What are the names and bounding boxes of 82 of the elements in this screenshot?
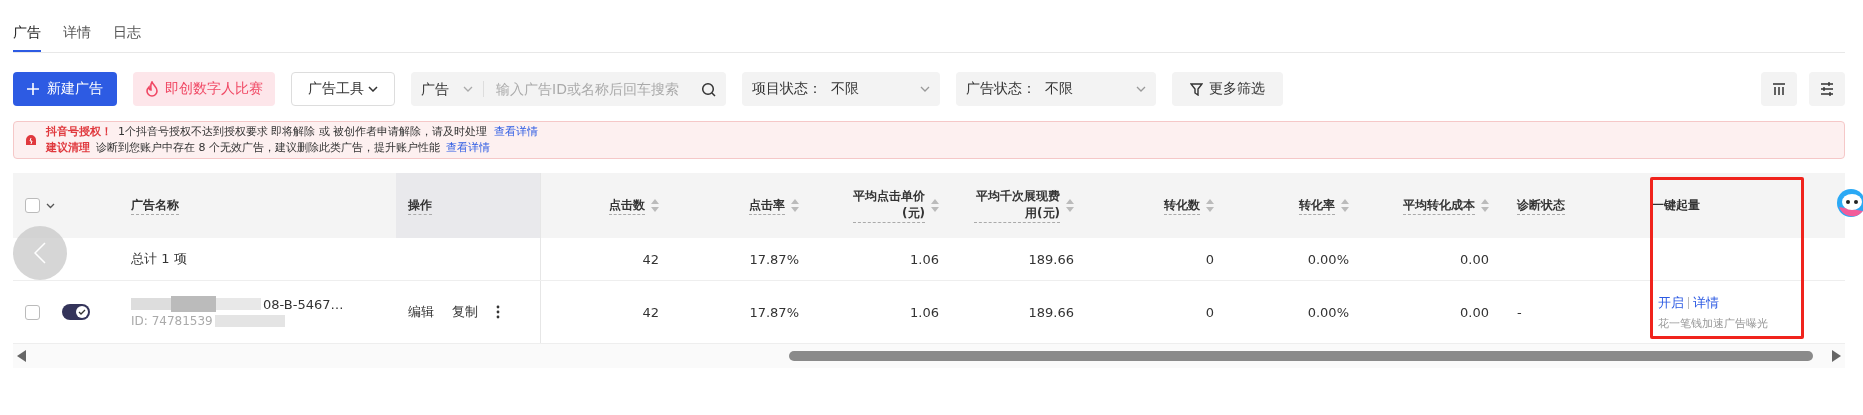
sort-icon[interactable] — [1481, 199, 1489, 212]
checkbox[interactable] — [25, 304, 40, 320]
toggle-switch[interactable] — [62, 304, 90, 320]
plus-icon — [27, 83, 39, 95]
table-cell: 42 — [642, 304, 659, 320]
column-header: 转化率 — [1299, 196, 1335, 215]
sort-icon[interactable] — [651, 199, 659, 212]
scroll-left-arrow-icon[interactable] — [17, 350, 27, 362]
details-link[interactable]: 查看详情 — [446, 140, 490, 156]
table-cell: 17.87% — [749, 251, 799, 267]
action-link[interactable]: 复制 — [452, 303, 478, 321]
more-filters-button[interactable]: 更多筛选 — [1172, 72, 1283, 106]
boost-link[interactable]: 详情 — [1693, 293, 1719, 312]
table-cell: - — [1517, 304, 1522, 320]
table-cell: 189.66 — [1028, 251, 1074, 267]
table-cell: 1.06 — [910, 304, 939, 320]
scrollbar-thumb[interactable] — [789, 351, 1813, 361]
column-header: 广告名称 — [131, 196, 179, 215]
table-cell: 0 — [1205, 251, 1214, 267]
ad-id: ID: 74781539 — [131, 314, 213, 328]
alert-message: 诊断到您账户中存在 8 个无效广告，建议删除此类广告，提升账户性能 — [96, 140, 440, 156]
table-cell: 0.00% — [1307, 304, 1349, 320]
chevron-left-icon — [34, 242, 46, 264]
tab[interactable]: 日志 — [113, 20, 141, 52]
alarm-icon — [24, 133, 38, 147]
flame-icon — [145, 81, 159, 97]
column-settings-button[interactable] — [1761, 72, 1797, 106]
blurred-text-drawing — [214, 315, 285, 327]
table-cell: 1.06 — [910, 251, 939, 267]
alert-title: 建议清理 — [46, 140, 90, 156]
chevron-down-icon — [920, 86, 930, 92]
sort-icon[interactable] — [1066, 199, 1074, 212]
status-filter-select[interactable]: 项目状态： 不限 — [742, 72, 940, 106]
column-header: 平均点击单价(元) — [853, 188, 925, 223]
settings-button[interactable] — [1809, 72, 1845, 106]
column-header: 诊断状态 — [1517, 196, 1565, 215]
sort-icon[interactable] — [791, 199, 799, 212]
action-link[interactable]: 编辑 — [408, 303, 434, 321]
scroll-right-arrow-icon[interactable] — [1831, 350, 1841, 362]
column-header: 平均千次展现费用(元) — [974, 188, 1060, 223]
table-cell: 189.66 — [1028, 304, 1074, 320]
boost-note: 花一笔钱加速广告曝光 — [1658, 315, 1768, 331]
table-cell: 42 — [642, 251, 659, 267]
check-icon — [78, 308, 86, 316]
total-label: 总计 1 项 — [131, 250, 187, 268]
sliders-icon — [1819, 81, 1835, 97]
more-icon[interactable] — [496, 305, 500, 319]
alert-title: 抖音号授权！ — [46, 124, 112, 140]
sort-icon[interactable] — [931, 199, 939, 212]
assistant-icon[interactable] — [1835, 187, 1863, 219]
tab[interactable]: 广告 — [13, 20, 41, 52]
alert-message: 1个抖音号授权不达到授权要求 即将解除 或 被创作者申请解除，请及时处理 — [118, 124, 488, 140]
search-icon[interactable] — [701, 81, 716, 97]
ad-name[interactable]: 08-B-5467… — [263, 296, 344, 312]
ad-tools-dropdown[interactable]: 广告工具 — [291, 72, 395, 106]
column-header: 点击数 — [609, 196, 645, 215]
details-link[interactable]: 查看详情 — [493, 124, 538, 140]
scroll-left-button[interactable] — [13, 226, 67, 280]
search-field[interactable]: 广告 输入广告ID或名称后回车搜索 — [411, 72, 726, 106]
checkbox[interactable] — [25, 198, 40, 213]
sort-icon[interactable] — [1341, 199, 1349, 212]
chevron-down-icon[interactable] — [46, 202, 55, 209]
tab[interactable]: 详情 — [63, 20, 91, 52]
table-cell: 0.00 — [1460, 251, 1489, 267]
column-header: 转化数 — [1164, 196, 1200, 215]
new-ad-button[interactable]: 新建广告 — [13, 72, 117, 106]
filter-icon — [1190, 82, 1203, 96]
boost-link[interactable]: 开启 — [1658, 293, 1684, 312]
chevron-down-icon — [1136, 86, 1146, 92]
sort-icon[interactable] — [1206, 199, 1214, 212]
column-header: 点击率 — [749, 196, 785, 215]
column-header: 操作 — [408, 196, 432, 215]
table-cell: 17.87% — [749, 304, 799, 320]
status-filter-select[interactable]: 广告状态： 不限 — [956, 72, 1156, 106]
chevron-down-icon — [463, 86, 473, 92]
table-cell: 0.00 — [1460, 304, 1489, 320]
table-cell: 0 — [1205, 304, 1214, 320]
search-scope-select[interactable]: 广告 — [421, 81, 484, 97]
table-cell: 0.00% — [1307, 251, 1349, 267]
chevron-down-icon — [368, 86, 378, 92]
columns-icon — [1771, 81, 1787, 97]
column-header: 平均转化成本 — [1403, 196, 1475, 215]
